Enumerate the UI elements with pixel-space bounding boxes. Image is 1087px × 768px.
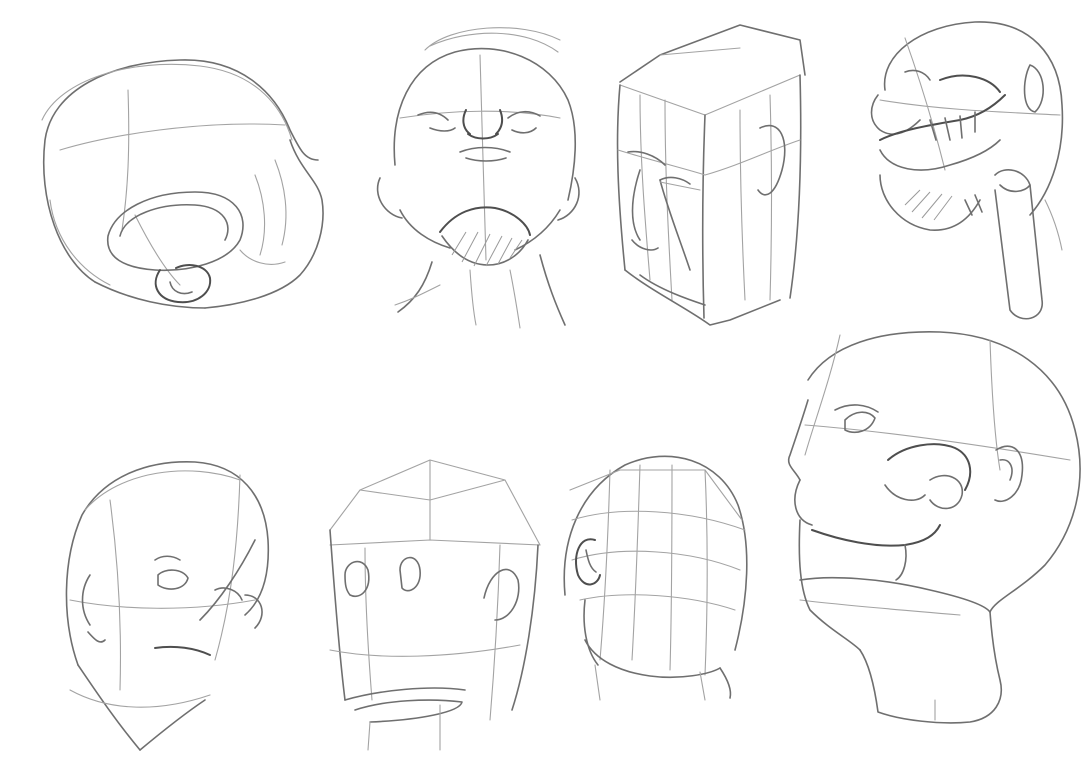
sketch-sheet	[0, 0, 1087, 768]
sketch-head-looking-up	[376, 27, 580, 329]
sketch-head-three-quarter-down	[65, 461, 270, 751]
sketch-skull-tilted-back	[870, 21, 1064, 320]
sketch-box-head-three-quarter	[616, 24, 806, 326]
sketch-box-head-front	[329, 459, 541, 751]
sketch-bald-head-looking-up	[787, 331, 1081, 724]
sketch-head-back-view	[563, 455, 748, 701]
sketch-skull-top-view	[41, 59, 324, 309]
sketch-canvas	[41, 21, 1081, 751]
